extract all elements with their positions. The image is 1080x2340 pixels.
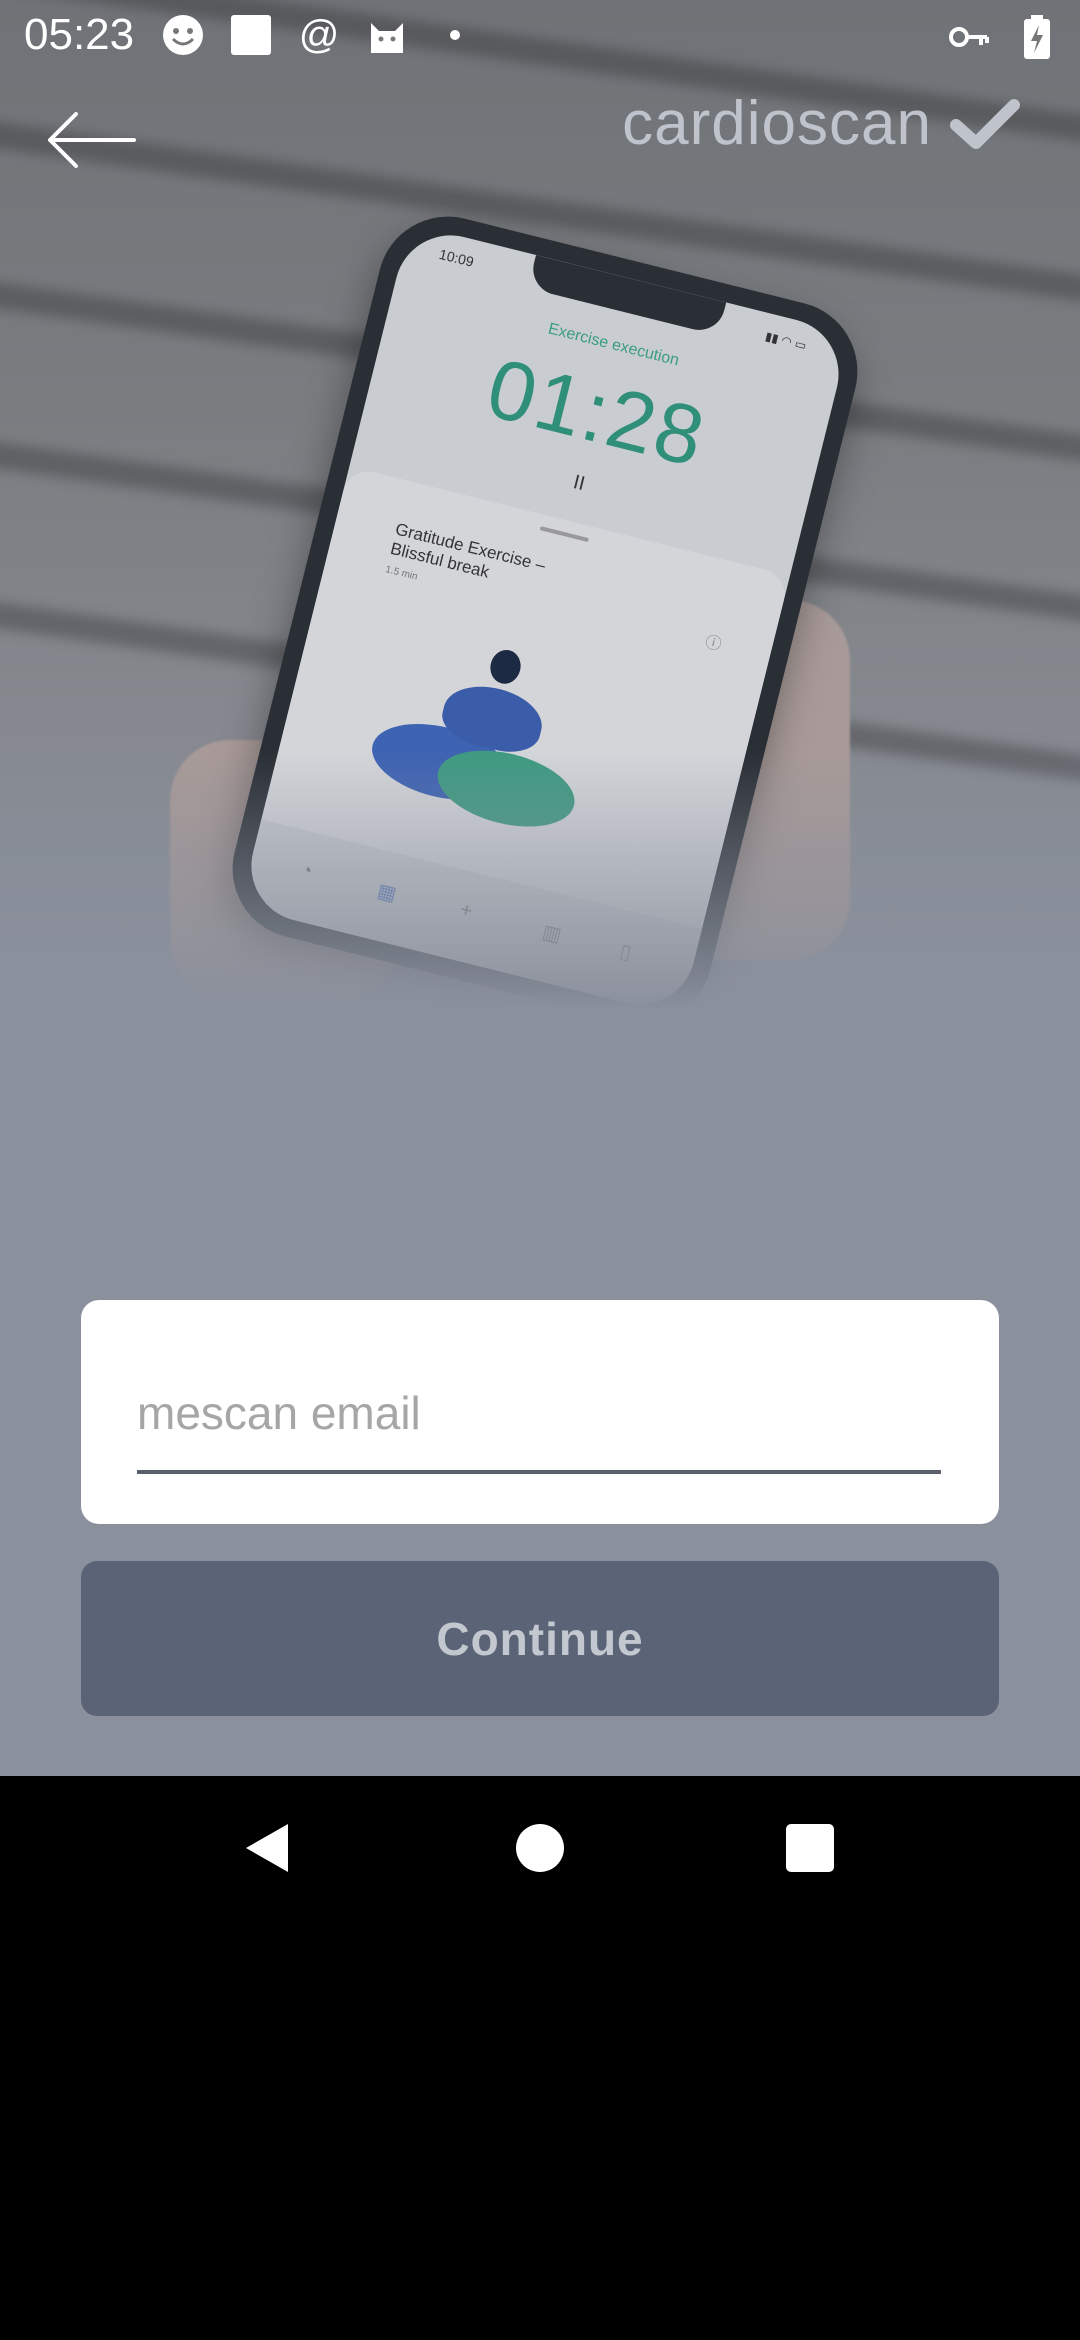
email-input[interactable]: [137, 1378, 941, 1448]
checkmark-icon: [950, 98, 1020, 149]
brand-name: cardioscan: [622, 89, 932, 158]
phone-exercise-duration: 1.5 min: [384, 564, 419, 583]
status-bar: 05:23 @: [0, 0, 1080, 72]
nav-recents-button[interactable]: [780, 1818, 840, 1878]
key-icon: [946, 14, 992, 60]
email-underline: [137, 1470, 941, 1474]
meditation-figure-head: [486, 646, 525, 687]
smiley-icon: [160, 12, 206, 58]
nav-home-button[interactable]: [510, 1818, 570, 1878]
cat-icon: [364, 12, 410, 58]
at-icon: @: [298, 12, 340, 57]
status-time: 05:23: [24, 10, 135, 59]
photo-fade: [0, 750, 1080, 1010]
app-screen: 10:09 ▮▮ ◠ ▭ Exercise execution 01:28 II…: [0, 0, 1080, 1776]
phone-card-handle: [539, 526, 590, 543]
dot-icon: [432, 12, 478, 58]
info-icon: ⓘ: [703, 633, 724, 655]
navigation-bar: [0, 1776, 1080, 1920]
phone-status-icons: ▮▮ ◠ ▭: [763, 329, 808, 353]
square-icon: [228, 12, 274, 58]
battery-charging-icon: [1014, 14, 1060, 60]
arrow-left-icon: [48, 112, 136, 168]
nav-back-button[interactable]: [238, 1818, 298, 1878]
recents-square-icon: [786, 1824, 834, 1872]
system-icons: [946, 14, 1060, 60]
email-card: [81, 1300, 999, 1524]
continue-button[interactable]: Continue: [81, 1561, 999, 1716]
brand-logo: cardioscan: [622, 88, 1020, 159]
home-circle-icon: [516, 1824, 564, 1872]
back-triangle-icon: [246, 1824, 288, 1872]
back-button[interactable]: [40, 100, 140, 180]
notification-icons: @: [160, 12, 478, 58]
phone-time: 10:09: [437, 245, 476, 270]
